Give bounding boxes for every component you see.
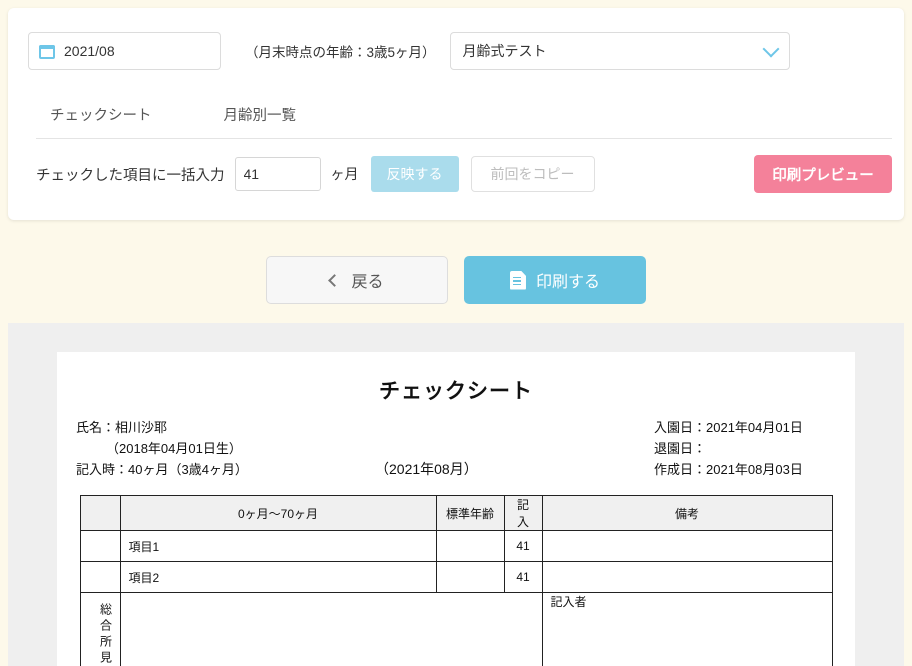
row-record-cell[interactable]: 41 (503, 561, 543, 593)
back-button[interactable]: 戻る (266, 256, 448, 304)
calendar-icon (39, 43, 55, 59)
admission-date: 入園日：2021年04月01日 (654, 420, 803, 435)
bulk-months-input[interactable] (234, 157, 321, 191)
action-bar: 戻る 印刷する (0, 256, 912, 304)
header-standard-age: 標準年齢 (435, 495, 505, 531)
row-record-cell[interactable]: 41 (503, 530, 543, 562)
document-icon (509, 270, 526, 290)
child-name: 氏名：相川沙耶 (76, 420, 168, 435)
row-standard-age-cell (435, 561, 505, 593)
withdrawal-date: 退園日： (654, 441, 707, 456)
table-row: 項目1 41 (79, 530, 833, 562)
back-button-label: 戻る (351, 274, 384, 291)
row-standard-age-cell (435, 530, 505, 562)
copy-previous-button[interactable]: 前回をコピー (470, 156, 595, 192)
document-month: （2021年08月） (375, 461, 478, 477)
row-item-cell: 項目2 (119, 561, 437, 593)
chevron-down-icon (762, 40, 780, 57)
print-preview-area: チェックシート 氏名：相川沙耶 （2018年04月01日生） 記入時：40ヶ月（… (8, 323, 904, 666)
row-note-cell[interactable] (541, 561, 833, 593)
filter-row: 2021/08 （月末時点の年齢：3歳5ヶ月） 月齢式テスト (28, 32, 790, 70)
child-birthdate: （2018年04月01日生） (106, 441, 242, 456)
summary-row: 総合所見 記入者 (79, 592, 833, 666)
summary-body[interactable] (119, 592, 543, 666)
month-picker[interactable]: 2021/08 (28, 32, 221, 70)
tab-checksheet[interactable]: チェックシート (28, 100, 174, 135)
month-picker-value: 2021/08 (64, 43, 115, 59)
print-button[interactable]: 印刷する (464, 256, 646, 304)
app-root: 2021/08 （月末時点の年齢：3歳5ヶ月） 月齢式テスト チェックシート 月… (0, 0, 912, 666)
tab-bar: チェックシート 月齢別一覧 (28, 100, 318, 135)
document-meta: 氏名：相川沙耶 （2018年04月01日生） 記入時：40ヶ月（3歳4ヶ月） （… (57, 417, 855, 495)
chevron-left-icon (328, 273, 342, 287)
bulk-input-label: チェックした項目に一括入力 (36, 167, 225, 184)
header-record: 記入 (503, 495, 543, 531)
sheet-type-select[interactable]: 月齢式テスト (449, 32, 790, 70)
row-check-cell[interactable] (79, 561, 121, 593)
summary-writer: 記入者 (541, 592, 833, 666)
print-preview-button[interactable]: 印刷プレビュー (754, 155, 892, 193)
summary-label: 総合所見 (79, 592, 121, 666)
bulk-input-row: チェックした項目に一括入力 ヶ月 反映する 前回をコピー 印刷プレビュー (36, 155, 892, 193)
row-check-cell[interactable] (79, 530, 121, 562)
document-title: チェックシート (379, 380, 533, 403)
header-item-range: 0ヶ月〜70ヶ月 (119, 495, 437, 531)
row-note-cell[interactable] (541, 530, 833, 562)
control-card: 2021/08 （月末時点の年齢：3歳5ヶ月） 月齢式テスト チェックシート 月… (8, 8, 904, 220)
table-row: 項目2 41 (79, 561, 833, 593)
checksheet-document: チェックシート 氏名：相川沙耶 （2018年04月01日生） 記入時：40ヶ月（… (57, 352, 855, 666)
apply-button[interactable]: 反映する (370, 156, 459, 192)
record-age: 記入時：40ヶ月（3歳4ヶ月） (76, 462, 248, 477)
sheet-type-value: 月齢式テスト (462, 43, 547, 59)
checksheet-table: 0ヶ月〜70ヶ月 標準年齢 記入 備考 項目1 41 項目2 41 総合所見 記… (79, 495, 833, 666)
print-button-label: 印刷する (535, 274, 600, 291)
tab-divider (36, 138, 892, 139)
row-item-cell: 項目1 (119, 530, 437, 562)
table-header-row: 0ヶ月〜70ヶ月 標準年齢 記入 備考 (79, 495, 833, 531)
bulk-unit-label: ヶ月 (330, 166, 359, 182)
tab-monthly-list[interactable]: 月齢別一覧 (202, 100, 319, 135)
enrollment-info: 入園日：2021年04月01日 退園日： 作成日：2021年08月03日 (654, 417, 803, 480)
header-check (79, 495, 121, 531)
created-date: 作成日：2021年08月03日 (654, 462, 803, 477)
age-note: （月末時点の年齢：3歳5ヶ月） (245, 45, 436, 60)
child-info: 氏名：相川沙耶 （2018年04月01日生） 記入時：40ヶ月（3歳4ヶ月） (76, 417, 248, 480)
header-note: 備考 (541, 495, 833, 531)
